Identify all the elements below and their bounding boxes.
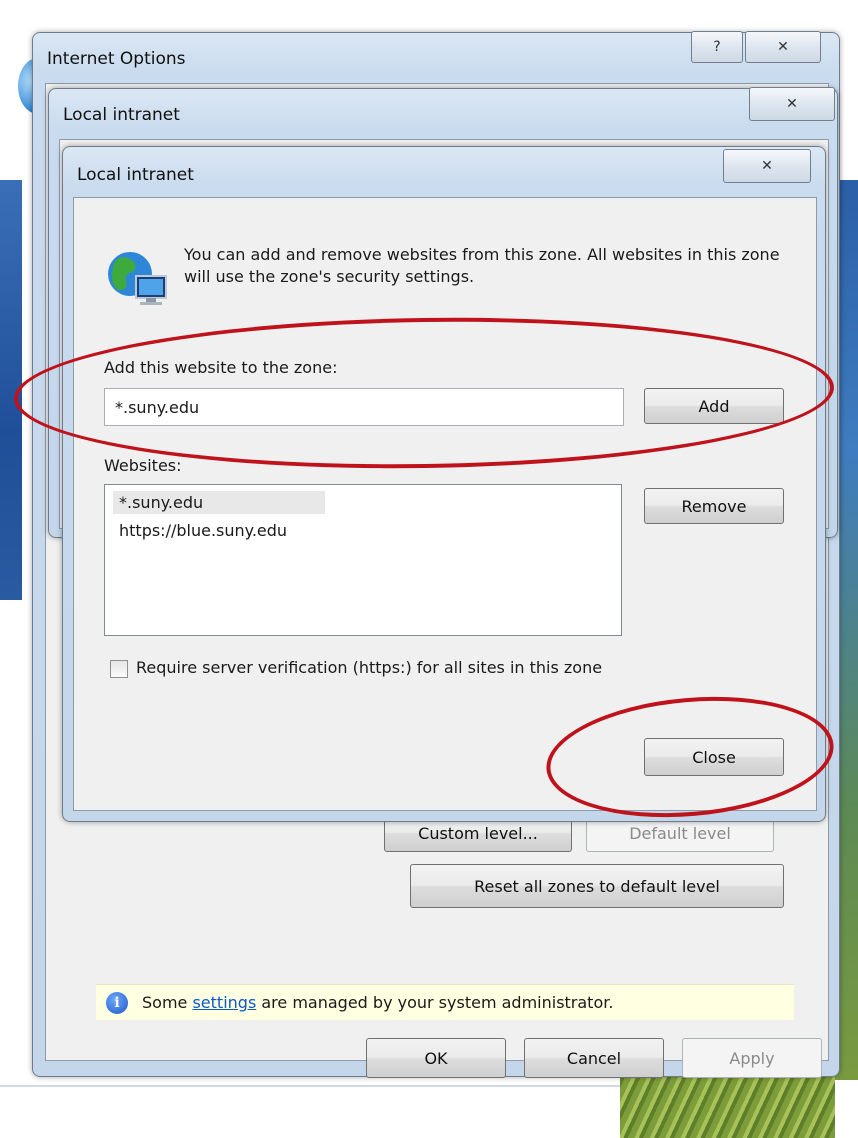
close-dialog-button[interactable]: Close (644, 738, 784, 776)
info-icon: i (106, 992, 128, 1014)
close-icon: ✕ (777, 39, 789, 55)
desktop-wallpaper-left (0, 180, 22, 600)
sites-dialog: Local intranet ✕ You can add and remove … (62, 146, 826, 822)
add-website-input[interactable]: *.suny.edu (104, 388, 624, 426)
reset-all-zones-button[interactable]: Reset all zones to default level (410, 864, 784, 908)
help-icon: ? (713, 39, 721, 55)
list-item[interactable]: *.suny.edu (113, 491, 325, 514)
close-icon: ✕ (761, 158, 773, 174)
add-website-label: Add this website to the zone: (104, 358, 338, 377)
globe-monitor-icon (108, 252, 167, 305)
close-icon: ✕ (786, 96, 798, 112)
add-button[interactable]: Add (644, 388, 784, 424)
websites-label: Websites: (104, 456, 182, 475)
remove-button[interactable]: Remove (644, 488, 784, 524)
admin-info-text: Some settings are managed by your system… (142, 993, 614, 1012)
sites-client-area: You can add and remove websites from thi… (73, 197, 817, 811)
divider (0, 1085, 620, 1087)
window-title: Local intranet (63, 105, 180, 125)
require-https-checkbox[interactable] (110, 660, 128, 678)
ok-button[interactable]: OK (366, 1038, 506, 1078)
close-button[interactable]: ✕ (749, 87, 835, 121)
cancel-button[interactable]: Cancel (524, 1038, 664, 1078)
help-button[interactable]: ? (691, 31, 743, 63)
close-button[interactable]: ✕ (723, 149, 811, 183)
admin-info-bar: i Some settings are managed by your syst… (96, 984, 794, 1020)
list-item[interactable]: https://blue.suny.edu (113, 519, 293, 542)
zone-description: You can add and remove websites from thi… (184, 245, 780, 286)
settings-link[interactable]: settings (192, 993, 256, 1012)
require-https-label: Require server verification (https:) for… (136, 658, 603, 677)
close-button[interactable]: ✕ (745, 31, 821, 63)
websites-list[interactable]: *.suny.edu https://blue.suny.edu (104, 484, 622, 636)
apply-button[interactable]: Apply (682, 1038, 822, 1078)
dialog-title: Local intranet (77, 165, 194, 185)
window-title: Internet Options (47, 49, 186, 69)
